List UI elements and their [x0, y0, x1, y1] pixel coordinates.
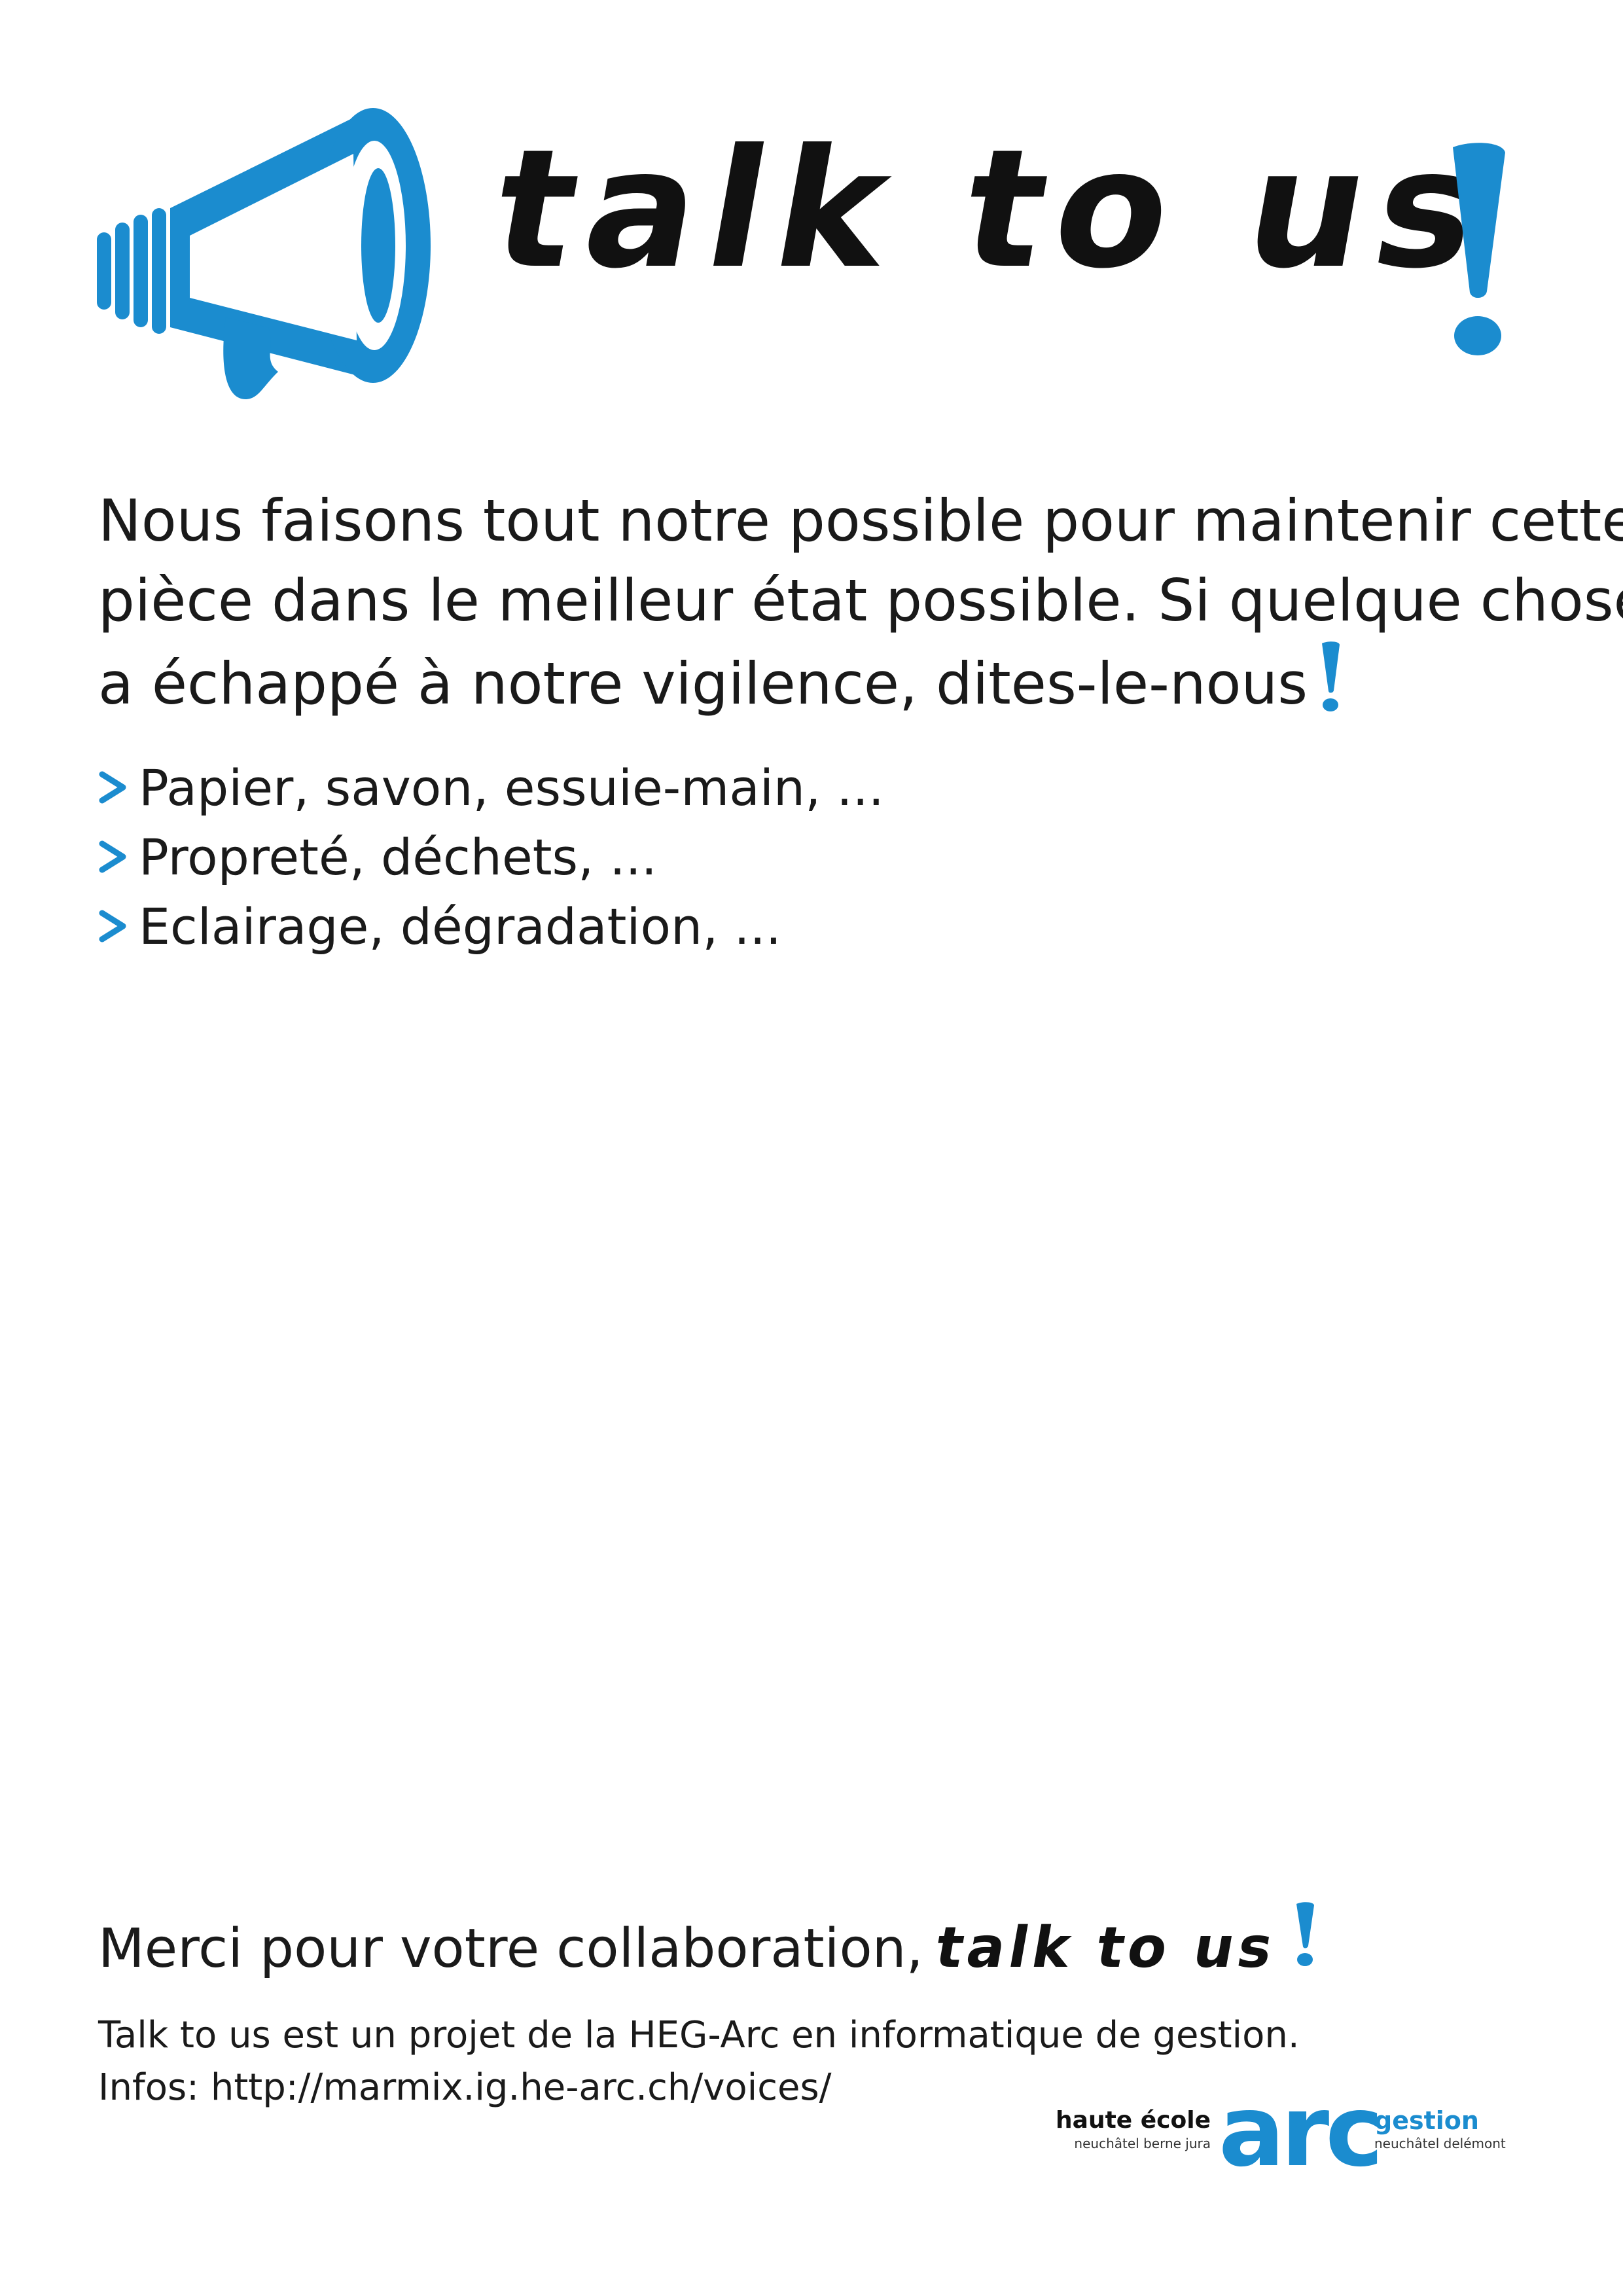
exclamation-icon [1453, 143, 1505, 355]
exclamation-icon [1296, 1902, 1314, 1966]
intro-line: pièce dans le meilleur état possible. Si… [98, 567, 1623, 634]
list-item-label: Eclairage, dégradation, ... [139, 897, 781, 956]
logo-department: gestion [1374, 2106, 1479, 2135]
exclamation-icon [1322, 641, 1340, 711]
logo-department-block: gestion neuchâtel delémont [1374, 2106, 1506, 2152]
intro-line-text: a échappé à notre vigilence, dites-le-no… [98, 650, 1308, 717]
thanks-tagline: talk to us [930, 1915, 1281, 1981]
project-description: Talk to us est un projet de la HEG-Arc e… [98, 2014, 1300, 2056]
megaphone-icon [97, 108, 431, 399]
logo-school-sub: neuchâtel berne jura [1074, 2136, 1211, 2151]
intro-line: Nous faisons tout notre possible pour ma… [98, 487, 1623, 554]
logo-school: haute école [1056, 2107, 1211, 2134]
list-item: Eclairage, dégradation, ... [98, 891, 884, 961]
list-item: Propreté, déchets, ... [98, 822, 884, 891]
intro-paragraph: Nous faisons tout notre possible pour ma… [98, 481, 1623, 724]
list-item-label: Papier, savon, essuie-main, ... [139, 758, 884, 817]
he-arc-logo: haute école neuchâtel berne jura arc ges… [1054, 2083, 1525, 2186]
headline: talk to us [480, 114, 1505, 304]
thanks-line: Merci pour votre collaboration, talk to … [98, 1901, 1316, 1985]
list-item: Papier, savon, essuie-main, ... [98, 753, 884, 822]
chevron-right-icon [99, 910, 126, 942]
chevron-right-icon [99, 840, 126, 873]
thanks-text: Merci pour votre collaboration, [98, 1918, 923, 1980]
logo-department-sub: neuchâtel delémont [1374, 2136, 1506, 2151]
intro-line-last: a échappé à notre vigilence, dites-le-no… [98, 641, 1577, 724]
logo-mark: arc [1219, 2075, 1383, 2189]
chevron-right-icon [99, 771, 126, 804]
logo-school-block: haute école neuchâtel berne jura [1054, 2106, 1211, 2152]
checklist: Papier, savon, essuie-main, ... Propreté… [98, 753, 884, 961]
list-item-label: Propreté, déchets, ... [139, 827, 657, 886]
